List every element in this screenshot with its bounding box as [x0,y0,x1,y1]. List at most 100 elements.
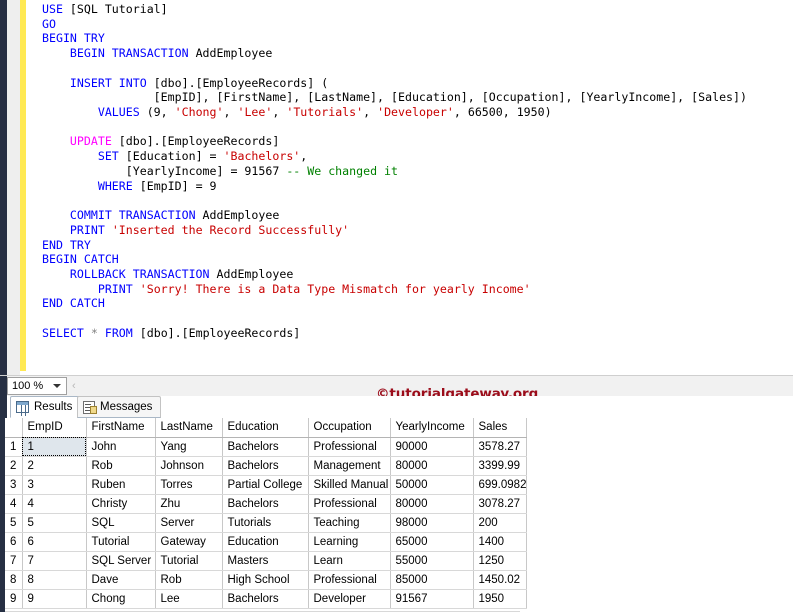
table-cell[interactable]: Rob [155,570,222,589]
row-number[interactable]: 6 [5,532,22,551]
table-cell[interactable]: 9 [22,589,86,608]
column-header[interactable]: EmpID [22,418,86,437]
table-row[interactable]: 44ChristyZhuBachelorsProfessional8000030… [5,494,527,513]
table-cell[interactable]: 8 [22,570,86,589]
horizontal-scroll-arrow[interactable]: ‹ [72,380,76,392]
table-cell[interactable]: Professional [308,494,390,513]
table-cell[interactable]: 4 [22,494,86,513]
sql-code-text[interactable]: USE [SQL Tutorial]GOBEGIN TRY BEGIN TRAN… [42,2,747,341]
table-cell[interactable]: 1450.02 [473,570,527,589]
results-grid[interactable]: EmpIDFirstNameLastNameEducationOccupatio… [0,418,793,612]
table-cell[interactable]: Bachelors [222,456,308,475]
row-number[interactable]: 8 [5,570,22,589]
table-cell[interactable]: Professional [308,570,390,589]
column-header[interactable]: Occupation [308,418,390,437]
sql-editor-pane[interactable]: USE [SQL Tutorial]GOBEGIN TRY BEGIN TRAN… [0,0,793,375]
table-cell[interactable]: 3399.99 [473,456,527,475]
table-row[interactable]: 55SQLServerTutorialsTeaching98000200 [5,513,527,532]
table-cell[interactable]: 1 [22,437,86,456]
table-row[interactable]: 88DaveRobHigh SchoolProfessional85000145… [5,570,527,589]
table-cell[interactable]: Chong [86,589,155,608]
table-cell[interactable]: Christy [86,494,155,513]
table-cell[interactable]: 85000 [390,570,473,589]
zoom-level-combobox[interactable]: 100 % [7,377,67,395]
table-cell[interactable]: Tutorial [155,551,222,570]
table-cell[interactable]: SQL Server [86,551,155,570]
row-number[interactable]: 9 [5,589,22,608]
table-cell[interactable]: 1400 [473,532,527,551]
table-cell[interactable]: 1950 [473,589,527,608]
table-cell[interactable]: Ruben [86,475,155,494]
table-cell[interactable]: 1250 [473,551,527,570]
chevron-down-icon[interactable] [53,384,61,388]
table-cell[interactable]: 5 [22,513,86,532]
table-cell[interactable]: 3578.27 [473,437,527,456]
tab-messages[interactable]: Messages [77,396,161,418]
table-cell[interactable]: Tutorials [222,513,308,532]
table-cell[interactable]: Learn [308,551,390,570]
table-row[interactable]: 22RobJohnsonBachelorsManagement800003399… [5,456,527,475]
table-cell[interactable]: 50000 [390,475,473,494]
table-cell[interactable]: 2 [22,456,86,475]
table-cell[interactable]: Skilled Manual [308,475,390,494]
table-cell[interactable]: 55000 [390,551,473,570]
table-cell[interactable]: 98000 [390,513,473,532]
table-row[interactable]: 66TutorialGatewayEducationLearning650001… [5,532,527,551]
table-cell[interactable]: Masters [222,551,308,570]
table-cell[interactable]: Lee [155,589,222,608]
row-number[interactable]: 1 [5,437,22,456]
row-number[interactable]: 7 [5,551,22,570]
editor-gutter [7,0,20,375]
table-cell[interactable]: Bachelors [222,589,308,608]
table-cell[interactable]: Server [155,513,222,532]
table-cell[interactable]: 80000 [390,494,473,513]
tab-results[interactable]: Results [10,396,81,418]
grid-corner-header[interactable] [5,418,22,437]
table-cell[interactable]: John [86,437,155,456]
table-cell[interactable]: 699.0982 [473,475,527,494]
table-cell[interactable]: Gateway [155,532,222,551]
table-cell[interactable]: Bachelors [222,437,308,456]
table-cell[interactable]: Partial College [222,475,308,494]
table-cell[interactable]: 200 [473,513,527,532]
column-header[interactable]: LastName [155,418,222,437]
table-cell[interactable]: Teaching [308,513,390,532]
table-cell[interactable]: 3 [22,475,86,494]
table-row[interactable]: 77SQL ServerTutorialMastersLearn55000125… [5,551,527,570]
table-cell[interactable]: Management [308,456,390,475]
table-cell[interactable]: Zhu [155,494,222,513]
table-row[interactable]: 11JohnYangBachelorsProfessional900003578… [5,437,527,456]
table-cell[interactable]: SQL [86,513,155,532]
table-cell[interactable]: High School [222,570,308,589]
table-cell[interactable]: Education [222,532,308,551]
results-table[interactable]: EmpIDFirstNameLastNameEducationOccupatio… [5,418,527,609]
table-cell[interactable]: Yang [155,437,222,456]
table-cell[interactable]: Johnson [155,456,222,475]
table-row[interactable]: 99ChongLeeBachelorsDeveloper915671950 [5,589,527,608]
table-cell[interactable]: 6 [22,532,86,551]
table-cell[interactable]: Torres [155,475,222,494]
row-number[interactable]: 2 [5,456,22,475]
table-cell[interactable]: Rob [86,456,155,475]
table-cell[interactable]: Dave [86,570,155,589]
table-cell[interactable]: 80000 [390,456,473,475]
table-row[interactable]: 33RubenTorresPartial CollegeSkilled Manu… [5,475,527,494]
column-header[interactable]: FirstName [86,418,155,437]
row-number[interactable]: 5 [5,513,22,532]
table-cell[interactable]: 91567 [390,589,473,608]
table-cell[interactable]: 7 [22,551,86,570]
row-number[interactable]: 3 [5,475,22,494]
table-cell[interactable]: 90000 [390,437,473,456]
column-header[interactable]: YearlyIncome [390,418,473,437]
code-token: [SQL Tutorial] [70,2,168,16]
table-cell[interactable]: Tutorial [86,532,155,551]
column-header[interactable]: Education [222,418,308,437]
table-cell[interactable]: Bachelors [222,494,308,513]
table-cell[interactable]: Learning [308,532,390,551]
table-cell[interactable]: Developer [308,589,390,608]
table-cell[interactable]: 3078.27 [473,494,527,513]
table-cell[interactable]: 65000 [390,532,473,551]
table-cell[interactable]: Professional [308,437,390,456]
column-header[interactable]: Sales [473,418,527,437]
row-number[interactable]: 4 [5,494,22,513]
